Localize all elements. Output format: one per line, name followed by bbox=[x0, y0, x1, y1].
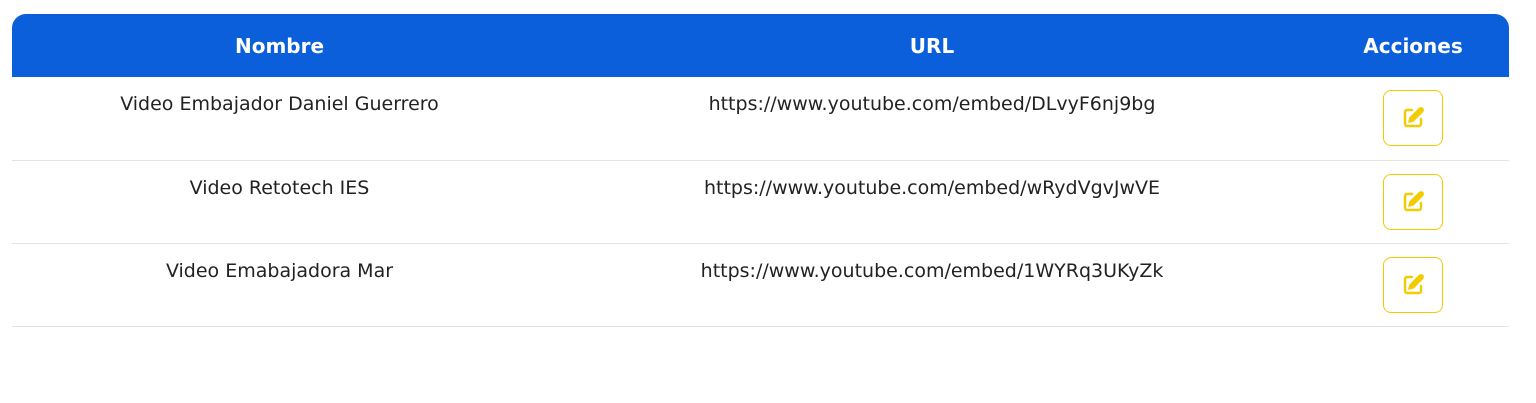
videos-table: Nombre URL Acciones Video Embajador Dani… bbox=[12, 14, 1509, 327]
edit-button[interactable] bbox=[1383, 90, 1443, 146]
cell-actions bbox=[1317, 243, 1509, 326]
videos-table-container: Nombre URL Acciones Video Embajador Dani… bbox=[12, 14, 1509, 327]
cell-url: https://www.youtube.com/embed/wRydVgvJwV… bbox=[703, 176, 1161, 199]
column-header-actions: Acciones bbox=[1363, 33, 1463, 58]
table-body: Video Embajador Daniel Guerrero https://… bbox=[12, 77, 1509, 326]
table-row: Video Retotech IES https://www.youtube.c… bbox=[12, 160, 1509, 243]
edit-icon bbox=[1403, 273, 1424, 294]
table-header: Nombre URL Acciones bbox=[12, 14, 1509, 77]
cell-actions bbox=[1317, 77, 1509, 160]
cell-actions bbox=[1317, 160, 1509, 243]
column-header-url: URL bbox=[909, 33, 955, 58]
cell-name: Video Embajador Daniel Guerrero bbox=[120, 93, 439, 115]
edit-icon bbox=[1403, 190, 1424, 211]
edit-button[interactable] bbox=[1383, 173, 1443, 230]
cell-url: https://www.youtube.com/embed/1WYRq3UKyZ… bbox=[700, 259, 1164, 282]
cell-name: Video Emabajadora Mar bbox=[165, 259, 394, 282]
cell-url: https://www.youtube.com/embed/DLvyF6nj9b… bbox=[708, 93, 1156, 115]
column-header-name: Nombre bbox=[234, 33, 325, 58]
table-row: Video Emabajadora Mar https://www.youtub… bbox=[12, 243, 1509, 326]
cell-name: Video Retotech IES bbox=[189, 176, 370, 199]
table-row: Video Embajador Daniel Guerrero https://… bbox=[12, 77, 1509, 160]
edit-icon bbox=[1403, 107, 1424, 128]
edit-button[interactable] bbox=[1383, 256, 1443, 313]
table-header-row: Nombre URL Acciones bbox=[12, 14, 1509, 77]
